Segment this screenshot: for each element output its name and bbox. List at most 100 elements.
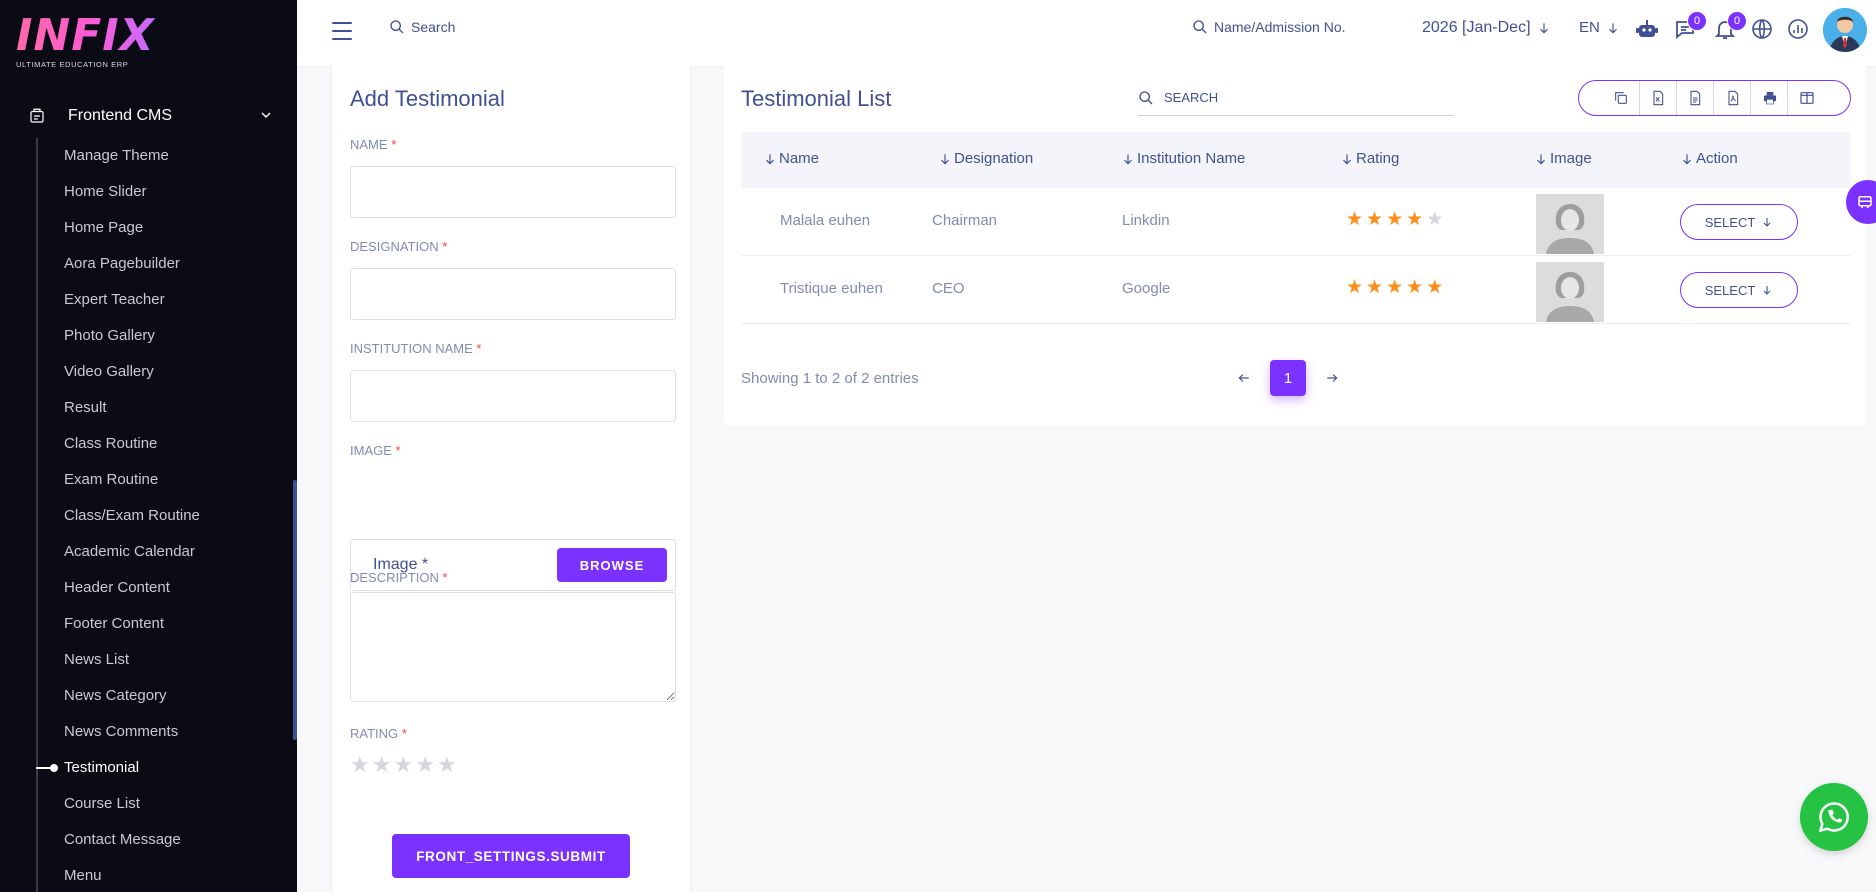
- designation-field[interactable]: [350, 268, 676, 320]
- institution-field[interactable]: [350, 370, 676, 422]
- submit-button[interactable]: FRONT_SETTINGS.SUBMIT: [392, 834, 630, 878]
- column-header-action[interactable]: Action: [1680, 150, 1738, 167]
- prev-page-button[interactable]: [1224, 360, 1264, 396]
- sidebar-item-aora-pagebuilder[interactable]: Aora Pagebuilder: [64, 252, 200, 288]
- academic-year-select[interactable]: 2026 [Jan-Dec]: [1422, 19, 1551, 37]
- column-header-image[interactable]: Image: [1534, 150, 1592, 167]
- person-placeholder-icon: [1536, 194, 1604, 254]
- whatsapp-button[interactable]: [1800, 783, 1868, 851]
- rating-input[interactable]: ★ ★ ★ ★ ★: [350, 754, 457, 776]
- browse-button[interactable]: BROWSE: [557, 548, 667, 582]
- pagination: 1: [1224, 360, 1352, 396]
- sidebar-item-class-exam-routine[interactable]: Class/Exam Routine: [64, 504, 200, 540]
- sidebar-section-label: Frontend CMS: [68, 107, 173, 124]
- sidebar-item-menu[interactable]: Menu: [64, 864, 200, 892]
- csv-button[interactable]: [1678, 81, 1714, 115]
- sidebar-item-manage-theme[interactable]: Manage Theme: [64, 144, 200, 180]
- sidebar-item-news-comments[interactable]: News Comments: [64, 720, 200, 756]
- testimonial-photo: [1536, 194, 1604, 254]
- globe-icon[interactable]: [1750, 17, 1774, 41]
- columns-icon: [1800, 92, 1814, 104]
- menu-toggle-icon[interactable]: [332, 22, 352, 40]
- sidebar-item-class-routine[interactable]: Class Routine: [64, 432, 200, 468]
- sidebar-section-frontend-cms[interactable]: Frontend CMS: [28, 103, 278, 129]
- cell-designation: Chairman: [932, 212, 998, 229]
- sidebar-item-home-page[interactable]: Home Page: [64, 216, 200, 252]
- column-header-name[interactable]: Name: [763, 150, 819, 167]
- logo[interactable]: INFIX ULTIMATE EDUCATION ERP: [16, 10, 155, 70]
- page-button[interactable]: 1: [1270, 360, 1306, 396]
- report-icon[interactable]: [1786, 17, 1810, 41]
- notification-badge: 0: [1727, 11, 1747, 31]
- sidebar-item-result[interactable]: Result: [64, 396, 200, 432]
- description-field[interactable]: [350, 592, 676, 702]
- copy-button[interactable]: [1604, 81, 1640, 115]
- sidebar-item-expert-teacher[interactable]: Expert Teacher: [64, 288, 200, 324]
- star-icon: ★: [1426, 209, 1444, 230]
- chat-button[interactable]: 0: [1673, 11, 1707, 41]
- arrow-right-icon: [1327, 374, 1338, 382]
- sidebar-item-news-category[interactable]: News Category: [64, 684, 200, 720]
- admission-search[interactable]: [1192, 19, 1374, 35]
- avatar[interactable]: [1823, 8, 1867, 52]
- csv-icon: [1690, 90, 1701, 106]
- search-icon: [390, 20, 404, 34]
- testimonial-table: Name Designation Institution Name Rating…: [741, 132, 1851, 324]
- sidebar-item-label: Testimonial: [64, 759, 140, 776]
- sidebar-item-exam-routine[interactable]: Exam Routine: [64, 468, 200, 504]
- print-button[interactable]: [1752, 81, 1789, 115]
- star-icon[interactable]: ★: [350, 754, 370, 776]
- excel-button[interactable]: [1641, 81, 1677, 115]
- printer-icon: [1763, 92, 1776, 105]
- user-avatar-icon: [1823, 8, 1867, 52]
- whatsapp-icon: [1818, 802, 1849, 833]
- sidebar-item-header-content[interactable]: Header Content: [64, 576, 200, 612]
- sidebar-item-testimonial[interactable]: Testimonial: [36, 756, 200, 792]
- sidebar-item-home-slider[interactable]: Home Slider: [64, 180, 200, 216]
- table-search[interactable]: [1138, 80, 1454, 116]
- academic-year-value: 2026 [Jan-Dec]: [1422, 19, 1531, 36]
- star-icon[interactable]: ★: [415, 754, 435, 776]
- gear-icon: [30, 108, 44, 123]
- star-icon[interactable]: ★: [372, 754, 392, 776]
- search-icon: [1139, 90, 1153, 104]
- admission-search-input[interactable]: [1214, 19, 1374, 35]
- sidebar-item-photo-gallery[interactable]: Photo Gallery: [64, 324, 200, 360]
- table-search-input[interactable]: [1164, 90, 1424, 105]
- search-input[interactable]: [411, 19, 611, 35]
- select-button[interactable]: SELECT: [1680, 272, 1798, 308]
- sidebar-item-news-list[interactable]: News List: [64, 648, 200, 684]
- star-icon: ★: [1366, 277, 1384, 298]
- sidebar-item-footer-content[interactable]: Footer Content: [64, 612, 200, 648]
- arrow-down-icon: [1763, 286, 1771, 295]
- sidebar-item-contact-message[interactable]: Contact Message: [64, 828, 200, 864]
- cell-institution: Google: [1122, 280, 1171, 297]
- name-field[interactable]: [350, 166, 676, 218]
- pdf-button[interactable]: [1715, 81, 1752, 115]
- column-header-institution[interactable]: Institution Name: [1121, 150, 1245, 167]
- excel-icon: [1653, 90, 1664, 106]
- person-placeholder-icon: [1536, 262, 1604, 322]
- table-info: Showing 1 to 2 of 2 entries: [741, 370, 919, 387]
- star-icon[interactable]: ★: [437, 754, 457, 776]
- select-button[interactable]: SELECT: [1680, 204, 1798, 240]
- sidebar-scrollbar[interactable]: [293, 480, 297, 740]
- column-header-rating[interactable]: Rating: [1340, 150, 1399, 167]
- next-page-button[interactable]: [1312, 360, 1352, 396]
- sidebar-item-video-gallery[interactable]: Video Gallery: [64, 360, 200, 396]
- robot-icon[interactable]: [1635, 17, 1659, 41]
- image-label: IMAGE *: [350, 443, 401, 458]
- logo-text: INFIX: [16, 10, 155, 61]
- language-select[interactable]: EN: [1579, 19, 1620, 36]
- columns-button[interactable]: [1789, 81, 1825, 115]
- global-search[interactable]: [389, 19, 611, 35]
- sidebar-item-academic-calendar[interactable]: Academic Calendar: [64, 540, 200, 576]
- active-indicator: [36, 764, 58, 772]
- star-icon[interactable]: ★: [393, 754, 413, 776]
- arrow-left-icon: [1238, 374, 1249, 382]
- notification-button[interactable]: 0: [1713, 11, 1747, 41]
- add-testimonial-title: Add Testimonial: [350, 86, 505, 111]
- sidebar-item-course-list[interactable]: Course List: [64, 792, 200, 828]
- column-header-designation[interactable]: Designation: [938, 150, 1033, 167]
- arrow-down-icon: [1343, 153, 1351, 164]
